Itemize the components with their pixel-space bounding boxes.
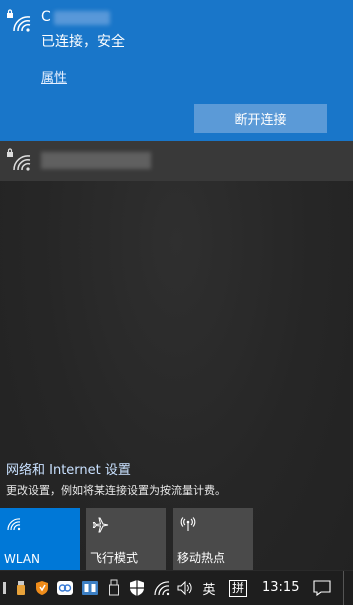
airplane-icon bbox=[92, 516, 110, 538]
wlan-toggle[interactable]: WLAN bbox=[0, 508, 80, 570]
network-name: C bbox=[41, 9, 51, 25]
wifi-secured-icon bbox=[6, 9, 32, 39]
show-desktop-button[interactable] bbox=[343, 571, 344, 605]
mobile-hotspot-label: 移动热点 bbox=[177, 551, 226, 565]
wifi-icon bbox=[6, 516, 22, 536]
network-name-redacted bbox=[54, 11, 110, 25]
input-language-indicator[interactable]: 英 bbox=[198, 571, 220, 605]
hotspot-icon bbox=[179, 516, 197, 538]
mobile-hotspot-toggle[interactable]: 移动热点 bbox=[173, 508, 253, 570]
ime-mode-indicator[interactable]: 拼 bbox=[227, 571, 249, 605]
defender-shield-icon[interactable] bbox=[127, 571, 147, 605]
airplane-mode-label: 飞行模式 bbox=[90, 551, 139, 565]
app-tray-icon[interactable] bbox=[80, 571, 100, 605]
taskbar: 英 拼 13:15 bbox=[0, 570, 353, 605]
volume-icon[interactable] bbox=[175, 571, 195, 605]
tray-overflow-icon[interactable] bbox=[0, 571, 8, 605]
network-settings-link[interactable]: 网络和 Internet 设置 bbox=[6, 459, 131, 478]
ime-mode-label: 拼 bbox=[228, 579, 247, 597]
network-wifi-icon[interactable] bbox=[152, 571, 172, 605]
network-flyout: C 已连接，安全 属性 断开连接 网络和 Internet 设置 更改设置，例如… bbox=[0, 0, 353, 570]
network-status: 已连接，安全 bbox=[41, 34, 125, 50]
security-app-icon[interactable] bbox=[33, 571, 51, 605]
network-name-redacted bbox=[41, 152, 151, 169]
properties-link[interactable]: 属性 bbox=[41, 67, 67, 86]
usb-device-icon[interactable] bbox=[105, 571, 123, 605]
disconnect-button[interactable]: 断开连接 bbox=[194, 104, 327, 133]
cloud-sync-icon[interactable] bbox=[55, 571, 75, 605]
action-center-icon[interactable] bbox=[310, 571, 334, 605]
available-network-item[interactable] bbox=[0, 141, 353, 181]
airplane-mode-toggle[interactable]: 飞行模式 bbox=[86, 508, 166, 570]
wlan-label: WLAN bbox=[4, 552, 41, 566]
wifi-secured-icon bbox=[6, 148, 32, 178]
usb-drive-icon[interactable] bbox=[12, 571, 30, 605]
settings-description: 更改设置，例如将某连接设置为按流量计费。 bbox=[6, 484, 226, 497]
clock[interactable]: 13:15 bbox=[262, 571, 299, 605]
connected-network-item[interactable]: C 已连接，安全 属性 断开连接 bbox=[0, 0, 353, 141]
